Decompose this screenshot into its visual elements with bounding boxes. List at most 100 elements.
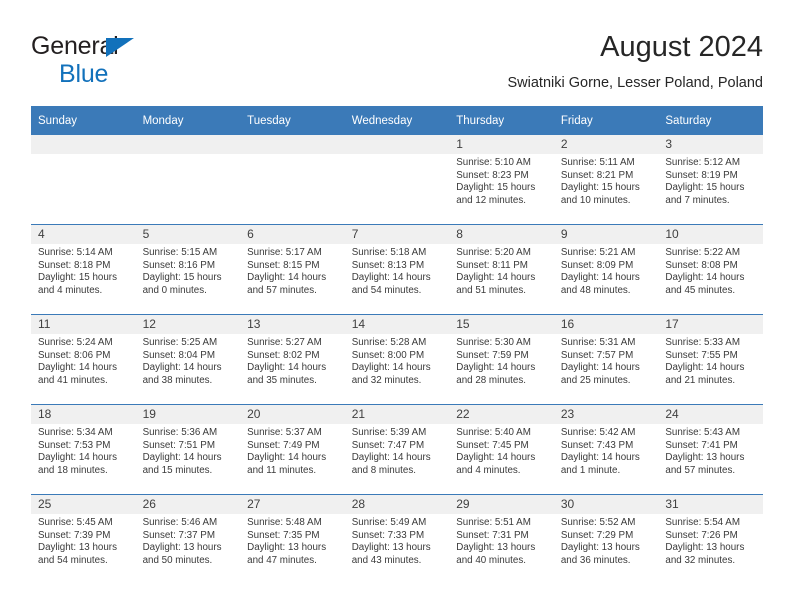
daylight-duration-line2: and 50 minutes.: [142, 554, 213, 566]
daylight-duration-line1: Daylight: 15 hours: [142, 272, 222, 284]
day-sun-details: Sunrise: 5:45 AM Sunset: 7:39 PM Daylight:…: [31, 514, 136, 567]
day-number: 24: [658, 405, 763, 424]
day-number: 8: [449, 225, 554, 244]
daylight-duration-line2: and 41 minutes.: [38, 374, 108, 386]
day-number: 2: [553, 135, 659, 154]
calendar-day-cell[interactable]: 12 Sunrise: 5:25 AM Sunset: 8:04 PM Dayligh…: [135, 314, 241, 405]
sunrise-time: Sunrise: 5:10 AM: [456, 157, 531, 168]
calendar-day-cell[interactable]: 28 Sunrise: 5:49 AM Sunset: 7:33 PM Dayligh…: [344, 494, 450, 584]
day-sun-details: Sunrise: 5:33 AM Sunset: 7:55 PM Daylight:…: [658, 334, 763, 387]
day-number: [31, 135, 136, 154]
day-cell-content: 26 Sunrise: 5:46 AM Sunset: 7:37 PM Dayligh…: [135, 495, 241, 584]
calendar-day-cell[interactable]: 25 Sunrise: 5:45 AM Sunset: 7:39 PM Dayligh…: [31, 494, 136, 584]
calendar-day-cell[interactable]: 2 Sunrise: 5:11 AM Sunset: 8:21 PM Daylight…: [553, 135, 659, 225]
calendar-day-cell[interactable]: 16 Sunrise: 5:31 AM Sunset: 7:57 PM Dayligh…: [553, 314, 659, 405]
day-cell-content: 17 Sunrise: 5:33 AM Sunset: 7:55 PM Dayligh…: [658, 315, 763, 404]
calendar-day-cell[interactable]: 26 Sunrise: 5:46 AM Sunset: 7:37 PM Dayligh…: [135, 494, 241, 584]
generalblue-logo[interactable]: General Blue: [31, 34, 161, 90]
calendar-day-cell[interactable]: 5 Sunrise: 5:15 AM Sunset: 8:16 PM Daylight…: [135, 224, 241, 315]
sunrise-time: Sunrise: 5:54 AM: [665, 517, 740, 528]
daylight-duration-line1: Daylight: 13 hours: [665, 542, 745, 554]
daylight-duration-line2: and 38 minutes.: [142, 374, 213, 386]
logo-text-general: General: [31, 32, 119, 60]
calendar-day-cell[interactable]: 21 Sunrise: 5:39 AM Sunset: 7:47 PM Dayligh…: [344, 404, 450, 495]
day-sun-details: Sunrise: 5:25 AM Sunset: 8:04 PM Daylight:…: [136, 334, 241, 387]
sunrise-time: Sunrise: 5:45 AM: [38, 517, 113, 528]
calendar-day-cell[interactable]: 8 Sunrise: 5:20 AM Sunset: 8:11 PM Daylight…: [449, 224, 554, 315]
sunset-time: Sunset: 8:04 PM: [142, 349, 215, 361]
calendar-day-cell[interactable]: 19 Sunrise: 5:36 AM Sunset: 7:51 PM Dayligh…: [135, 404, 241, 495]
sunset-time: Sunset: 7:26 PM: [665, 529, 738, 541]
sunset-time: Sunset: 7:45 PM: [456, 439, 529, 451]
sunrise-time: Sunrise: 5:11 AM: [560, 157, 635, 168]
page-title: August 2024: [600, 31, 763, 63]
daylight-duration-line2: and 36 minutes.: [560, 554, 631, 566]
day-sun-details: Sunrise: 5:46 AM Sunset: 7:37 PM Daylight:…: [136, 514, 241, 567]
calendar-day-cell[interactable]: 10 Sunrise: 5:22 AM Sunset: 8:08 PM Dayligh…: [658, 224, 763, 315]
calendar-day-cell[interactable]: 23 Sunrise: 5:42 AM Sunset: 7:43 PM Dayligh…: [553, 404, 659, 495]
sunset-time: Sunset: 7:57 PM: [560, 349, 634, 361]
sunset-time: Sunset: 8:06 PM: [38, 349, 111, 361]
calendar-day-cell[interactable]: 18 Sunrise: 5:34 AM Sunset: 7:53 PM Dayligh…: [31, 404, 136, 495]
daylight-duration-line2: and 11 minutes.: [247, 464, 317, 476]
daylight-duration-line1: Daylight: 14 hours: [351, 362, 431, 374]
calendar-day-cell[interactable]: 20 Sunrise: 5:37 AM Sunset: 7:49 PM Dayligh…: [240, 404, 345, 495]
daylight-duration-line2: and 21 minutes.: [665, 374, 736, 386]
day-sun-details: Sunrise: 5:12 AM Sunset: 8:19 PM Daylight:…: [658, 154, 763, 207]
calendar-day-cell[interactable]: 22 Sunrise: 5:40 AM Sunset: 7:45 PM Dayligh…: [449, 404, 554, 495]
calendar-day-cell[interactable]: 9 Sunrise: 5:21 AM Sunset: 8:09 PM Daylight…: [553, 224, 659, 315]
daylight-duration-line1: Daylight: 13 hours: [560, 542, 640, 554]
calendar-day-cell[interactable]: 24 Sunrise: 5:43 AM Sunset: 7:41 PM Dayligh…: [658, 404, 763, 495]
calendar-day-cell[interactable]: 27 Sunrise: 5:48 AM Sunset: 7:35 PM Dayligh…: [240, 494, 345, 584]
weekday-header-row: Sunday Monday Tuesday Wednesday Thursday…: [31, 106, 763, 135]
day-number: 9: [553, 225, 659, 244]
sunrise-time: Sunrise: 5:49 AM: [351, 517, 427, 528]
calendar-day-cell: [31, 135, 136, 225]
day-cell-content: 6 Sunrise: 5:17 AM Sunset: 8:15 PM Daylight…: [240, 225, 345, 314]
calendar-day-cell[interactable]: 7 Sunrise: 5:18 AM Sunset: 8:13 PM Daylight…: [344, 224, 450, 315]
daylight-duration-line2: and 47 minutes.: [247, 554, 317, 566]
calendar-day-cell[interactable]: 30 Sunrise: 5:52 AM Sunset: 7:29 PM Dayligh…: [553, 494, 659, 584]
day-cell-content: 31 Sunrise: 5:54 AM Sunset: 7:26 PM Dayligh…: [658, 495, 763, 584]
day-sun-details: Sunrise: 5:21 AM Sunset: 8:09 PM Daylight:…: [554, 244, 659, 297]
daylight-duration-line1: Daylight: 14 hours: [142, 362, 222, 374]
day-number: 25: [31, 495, 136, 514]
calendar-day-cell[interactable]: 13 Sunrise: 5:27 AM Sunset: 8:02 PM Dayligh…: [240, 314, 345, 405]
daylight-duration-line2: and 48 minutes.: [560, 284, 631, 296]
calendar-day-cell[interactable]: 31 Sunrise: 5:54 AM Sunset: 7:26 PM Dayligh…: [658, 494, 763, 584]
calendar-day-cell[interactable]: 1 Sunrise: 5:10 AM Sunset: 8:23 PM Daylight…: [449, 135, 554, 225]
daylight-duration-line2: and 32 minutes.: [665, 554, 736, 566]
calendar-day-cell[interactable]: 29 Sunrise: 5:51 AM Sunset: 7:31 PM Dayligh…: [449, 494, 554, 584]
calendar-day-cell[interactable]: 17 Sunrise: 5:33 AM Sunset: 7:55 PM Dayligh…: [658, 314, 763, 405]
calendar-day-cell[interactable]: 14 Sunrise: 5:28 AM Sunset: 8:00 PM Dayligh…: [344, 314, 450, 405]
sunset-time: Sunset: 7:33 PM: [351, 529, 425, 541]
daylight-duration-line1: Daylight: 14 hours: [456, 272, 536, 284]
daylight-duration-line1: Daylight: 15 hours: [456, 182, 536, 194]
day-cell-content: 24 Sunrise: 5:43 AM Sunset: 7:41 PM Dayligh…: [658, 405, 763, 494]
calendar-day-cell[interactable]: 4 Sunrise: 5:14 AM Sunset: 8:18 PM Daylight…: [31, 224, 136, 315]
day-cell-content: 4 Sunrise: 5:14 AM Sunset: 8:18 PM Daylight…: [31, 225, 136, 314]
day-cell-content: 13 Sunrise: 5:27 AM Sunset: 8:02 PM Dayligh…: [240, 315, 345, 404]
daylight-duration-line2: and 43 minutes.: [351, 554, 422, 566]
daylight-duration-line2: and 1 minute.: [560, 464, 621, 476]
calendar-day-cell[interactable]: 6 Sunrise: 5:17 AM Sunset: 8:15 PM Daylight…: [240, 224, 345, 315]
calendar-day-cell[interactable]: 3 Sunrise: 5:12 AM Sunset: 8:19 PM Daylight…: [658, 135, 763, 225]
day-sun-details: Sunrise: 5:31 AM Sunset: 7:57 PM Daylight:…: [554, 334, 659, 387]
day-cell-content: 27 Sunrise: 5:48 AM Sunset: 7:35 PM Dayligh…: [240, 495, 345, 584]
sunrise-time: Sunrise: 5:12 AM: [665, 157, 740, 168]
day-number: 18: [31, 405, 136, 424]
day-number: [240, 135, 345, 154]
sunset-time: Sunset: 7:39 PM: [38, 529, 111, 541]
daylight-duration-line1: Daylight: 14 hours: [560, 452, 640, 464]
day-cell-content: 12 Sunrise: 5:25 AM Sunset: 8:04 PM Dayligh…: [135, 315, 241, 404]
day-sun-details: Sunrise: 5:24 AM Sunset: 8:06 PM Daylight:…: [31, 334, 136, 387]
sunset-time: Sunset: 8:11 PM: [456, 259, 528, 271]
calendar-day-cell[interactable]: 11 Sunrise: 5:24 AM Sunset: 8:06 PM Dayligh…: [31, 314, 136, 405]
calendar-day-cell[interactable]: 15 Sunrise: 5:30 AM Sunset: 7:59 PM Dayligh…: [449, 314, 554, 405]
sunrise-time: Sunrise: 5:46 AM: [142, 517, 218, 528]
sunrise-time: Sunrise: 5:24 AM: [38, 337, 113, 348]
daylight-duration-line2: and 4 minutes.: [456, 464, 521, 476]
sunset-time: Sunset: 7:51 PM: [142, 439, 215, 451]
sunset-time: Sunset: 8:16 PM: [142, 259, 215, 271]
day-sun-details: Sunrise: 5:54 AM Sunset: 7:26 PM Daylight:…: [658, 514, 763, 567]
